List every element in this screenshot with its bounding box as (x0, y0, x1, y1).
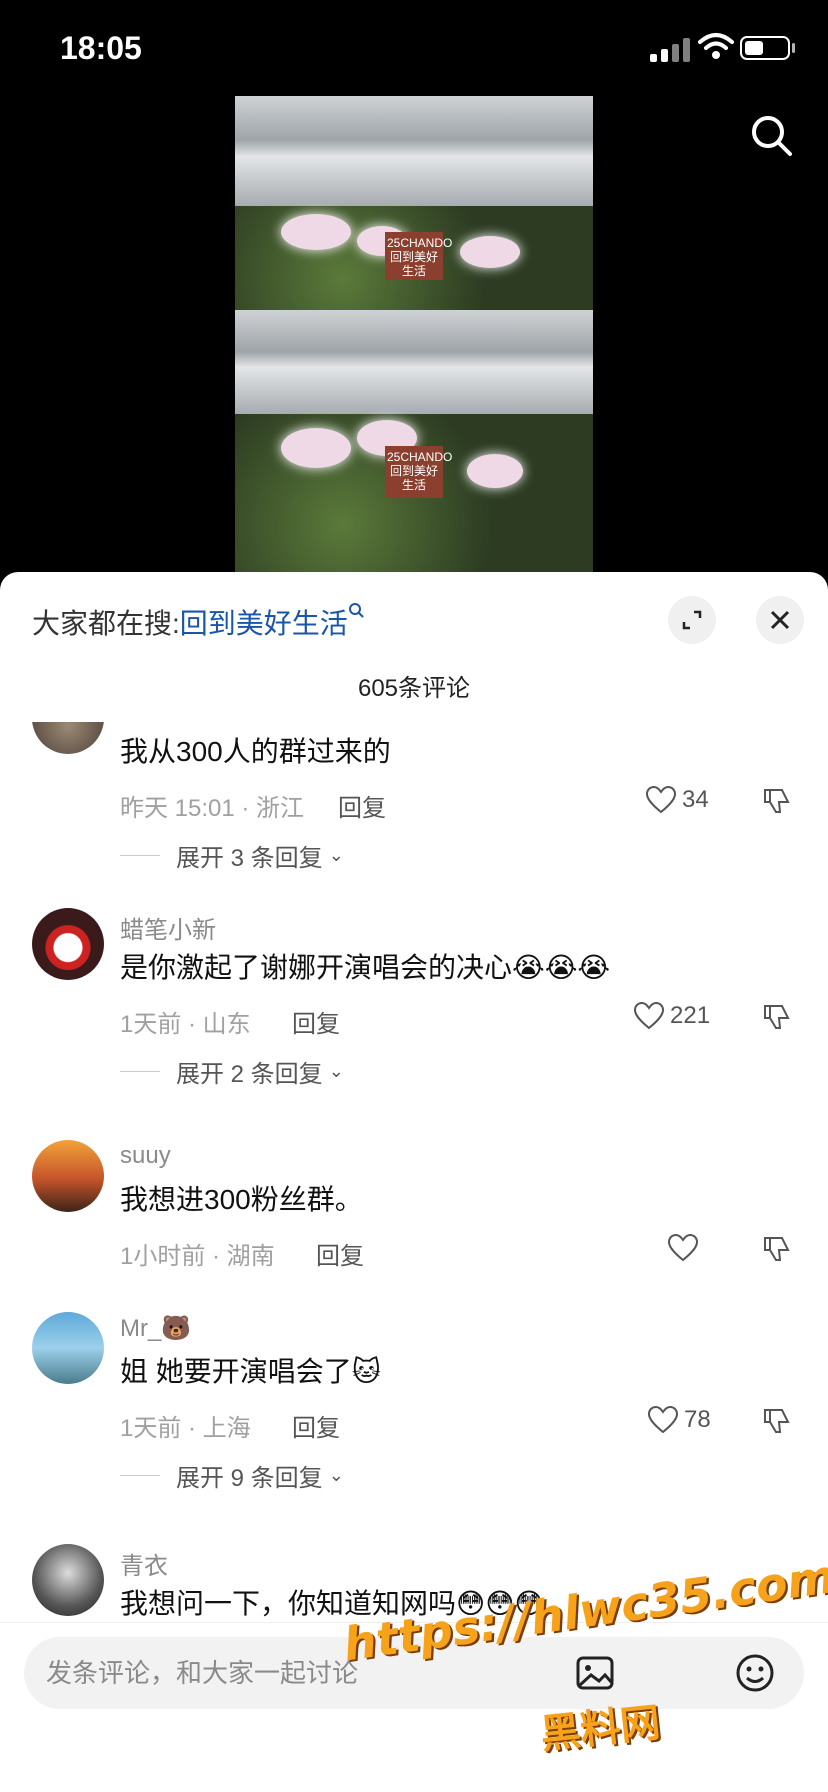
comment-meta: 1天前 · 上海 (120, 1415, 251, 1442)
status-time: 18:05 (60, 30, 142, 66)
video-sign: 25CHANDO 回到美好生活 (385, 446, 452, 498)
avatar[interactable] (32, 1312, 104, 1384)
reply-button[interactable]: 回复 (338, 788, 386, 823)
trending-keyword[interactable]: 回到美好生活 (180, 608, 348, 639)
avatar[interactable] (32, 908, 104, 980)
stairs-image (235, 310, 593, 414)
close-button[interactable] (756, 596, 804, 644)
heart-icon (634, 1002, 664, 1030)
reply-button[interactable]: 回复 (292, 1408, 340, 1443)
comment-text: 姐 她要开演唱会了🐱 (120, 1356, 381, 1387)
stairs-image (235, 96, 593, 206)
avatar[interactable] (32, 1544, 104, 1616)
comment-count: 605条评论 (357, 675, 471, 702)
like-count: 34 (682, 786, 709, 813)
expand-replies-label: 展开 2 条回复 (176, 1061, 323, 1088)
comment-meta: 昨天 15:01 · 浙江 (120, 795, 305, 822)
watermark: https://hlwc35.com 黑料网 (340, 1549, 828, 1788)
heart-icon (668, 1234, 698, 1262)
expand-replies[interactable]: 展开 2 条回复 ⌄ (120, 1054, 344, 1089)
dislike-icon[interactable] (762, 786, 792, 816)
reply-button[interactable]: 回复 (316, 1236, 364, 1271)
comment-text: 我想进300粉丝群。 (120, 1184, 363, 1215)
video-sign: 25CHANDO 回到美好生活 (385, 232, 452, 280)
watermark-brand: 黑料网 (538, 1700, 663, 1758)
comment-username[interactable]: 蜡笔小新 (120, 910, 216, 945)
chevron-down-icon: ⌄ (328, 1061, 344, 1081)
chevron-down-icon: ⌄ (328, 845, 344, 865)
comment-meta: 1小时前 · 湖南 (120, 1243, 275, 1270)
garden-image: 25CHANDO 回到美好生活 (235, 414, 593, 572)
heart-icon (646, 786, 676, 814)
expand-replies-label: 展开 9 条回复 (176, 1465, 323, 1492)
reply-button[interactable]: 回复 (292, 1004, 340, 1039)
avatar[interactable] (32, 1140, 104, 1212)
expand-replies-label: 展开 3 条回复 (176, 845, 323, 872)
comment-text: 我从300人的群过来的 (120, 736, 391, 767)
garden-image: 25CHANDO 回到美好生活 (235, 206, 593, 310)
comment-username[interactable]: suuy (120, 1142, 171, 1170)
like-button[interactable]: 34 (646, 786, 709, 814)
like-button[interactable] (668, 1234, 698, 1262)
expand-replies[interactable]: 展开 9 条回复 ⌄ (120, 1458, 344, 1493)
search-icon[interactable] (748, 112, 796, 160)
dislike-icon[interactable] (762, 1234, 792, 1264)
status-bar: 18:05 (0, 0, 828, 96)
battery-tip (792, 43, 795, 53)
like-count: 221 (670, 1002, 711, 1029)
like-button[interactable]: 78 (648, 1406, 711, 1434)
like-count: 78 (684, 1406, 711, 1433)
dislike-icon[interactable] (762, 1406, 792, 1436)
comment-username[interactable]: Mr_🐻 (120, 1314, 191, 1343)
expand-replies[interactable]: 展开 3 条回复 ⌄ (120, 838, 344, 873)
heart-icon (648, 1406, 678, 1434)
comment-text: 是你激起了谢娜开演唱会的决心😭😭😭 (120, 952, 611, 983)
video-preview[interactable]: 25CHANDO 回到美好生活 25CHANDO 回到美好生活 (235, 96, 593, 572)
comment-username[interactable]: 青衣 (120, 1546, 168, 1581)
expand-icon (682, 610, 702, 630)
wifi-icon (698, 33, 734, 59)
expand-button[interactable] (668, 596, 716, 644)
avatar[interactable] (32, 722, 104, 754)
comment-list[interactable]: 我从300人的群过来的 昨天 15:01 · 浙江 回复 34 展开 3 条回复… (0, 722, 828, 1622)
close-icon (770, 610, 790, 630)
trending-search[interactable]: 大家都在搜:回到美好生活 (32, 602, 366, 642)
dislike-icon[interactable] (762, 1002, 792, 1032)
battery-icon (740, 36, 790, 60)
comment-meta: 1天前 · 山东 (120, 1011, 251, 1038)
search-small-icon (348, 603, 364, 618)
chevron-down-icon: ⌄ (328, 1465, 344, 1485)
like-button[interactable]: 221 (634, 1002, 710, 1030)
trending-prefix: 大家都在搜: (32, 608, 180, 639)
signal-icon (650, 36, 692, 62)
